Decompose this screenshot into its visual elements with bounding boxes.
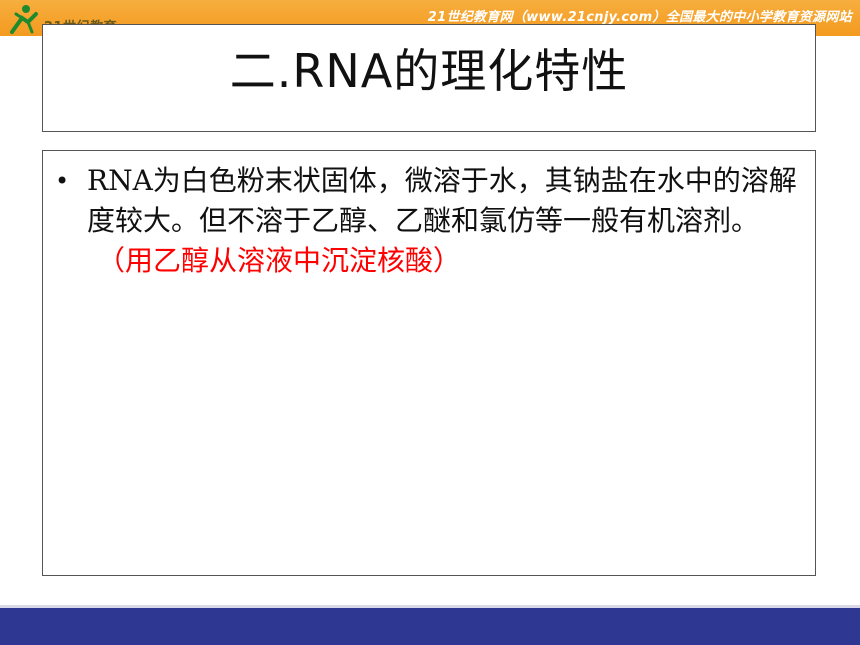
bullet-text-block: RNA为白色粉末状固体，微溶于水，其钠盐在水中的溶解度较大。但不溶于乙醇、乙醚和… xyxy=(87,161,810,281)
header-slogan: 21世纪教育网（www.21cnjy.com）全国最大的中小学教育资源网站 xyxy=(427,10,852,25)
title-box: 二.RNA的理化特性 xyxy=(42,24,816,132)
content-box: • RNA为白色粉末状固体，微溶于水，其钠盐在水中的溶解度较大。但不溶于乙醇、乙… xyxy=(42,150,816,576)
slide-title: 二.RNA的理化特性 xyxy=(229,44,629,98)
bullet-marker: • xyxy=(55,167,70,195)
footer-band xyxy=(0,605,860,645)
bullet-note: （用乙醇从溶液中沉淀核酸） xyxy=(97,244,462,277)
bullet-item: • RNA为白色粉末状固体，微溶于水，其钠盐在水中的溶解度较大。但不溶于乙醇、乙… xyxy=(55,161,810,281)
bullet-text: RNA为白色粉末状固体，微溶于水，其钠盐在水中的溶解度较大。但不溶于乙醇、乙醚和… xyxy=(87,164,797,237)
